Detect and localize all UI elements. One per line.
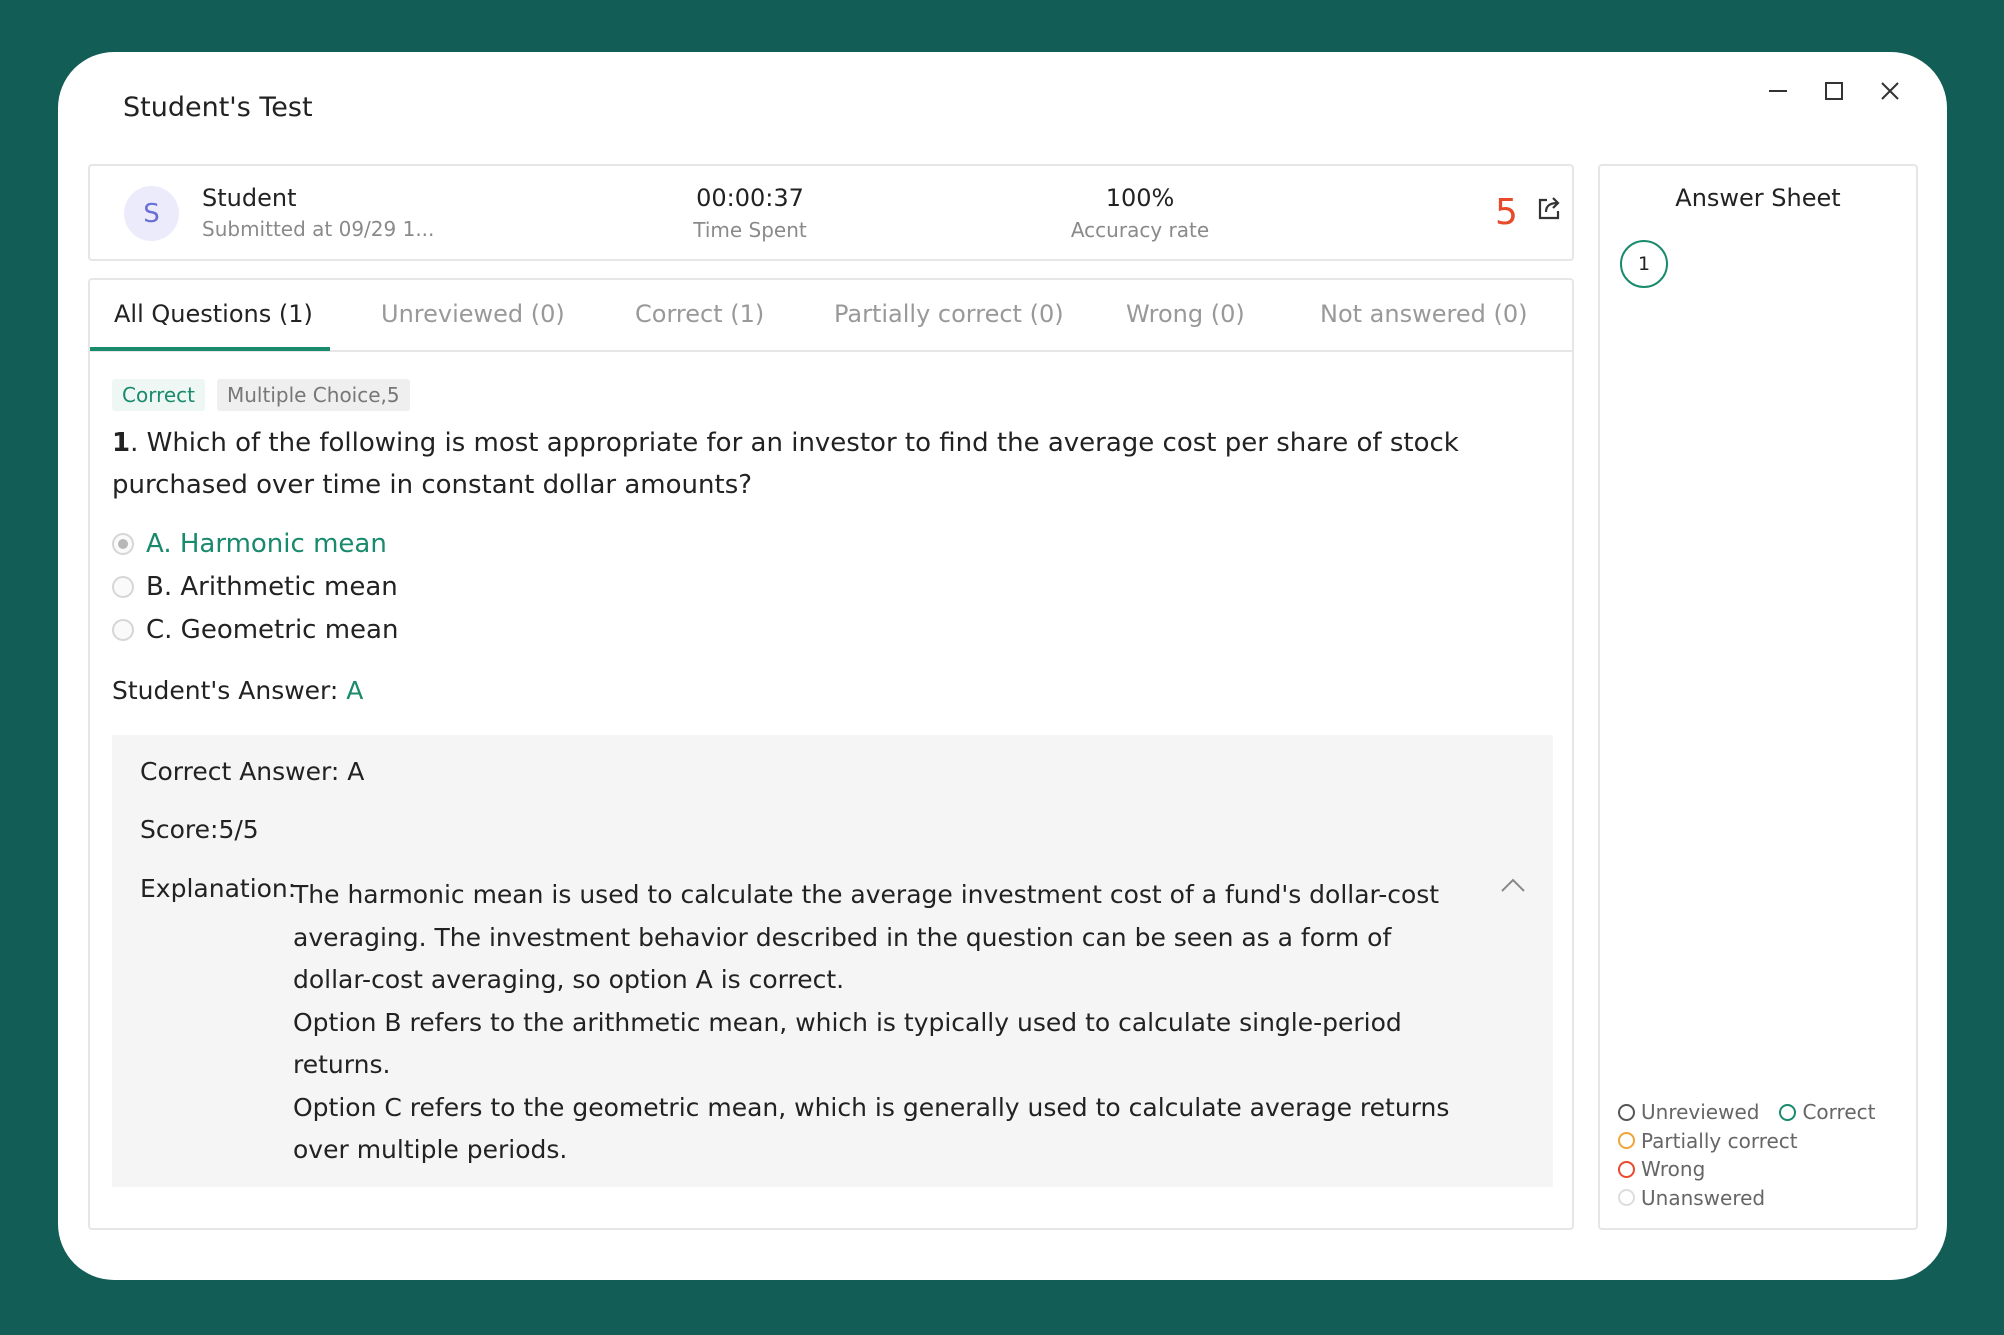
explanation-label: Explanation: [140, 874, 297, 903]
collapse-button[interactable] [1500, 877, 1526, 897]
close-button[interactable] [1871, 72, 1909, 110]
explanation-text: The harmonic mean is used to calculate t… [293, 874, 1473, 1172]
submitted-time: Submitted at 09/29 1... [202, 217, 435, 241]
tab-correct[interactable]: Correct (1) [635, 300, 764, 328]
legend-unreviewed: Unreviewed [1618, 1098, 1759, 1127]
option-c[interactable]: C. Geometric mean [112, 608, 398, 651]
minimize-icon [1769, 90, 1787, 92]
student-name: Student [202, 184, 297, 212]
time-spent-label: Time Spent [693, 218, 807, 242]
question-panel: All Questions (1) Unreviewed (0) Correct… [88, 278, 1574, 1230]
explanation-box: Correct Answer: A Score:5/5 Explanation:… [112, 735, 1553, 1187]
question-number: 1 [112, 428, 131, 458]
time-spent-value: 00:00:37 [696, 184, 804, 212]
ring-icon [1618, 1103, 1635, 1121]
explanation-paragraph: Option C refers to the geometric mean, w… [293, 1092, 1450, 1165]
explanation-paragraph: Option B refers to the arithmetic mean, … [293, 1007, 1402, 1080]
student-answer: Student's Answer: A [112, 676, 363, 705]
option-label: C. Geometric mean [146, 614, 399, 645]
question-text: 1. Which of the following is most approp… [112, 422, 1552, 506]
correct-answer: Correct Answer: A [140, 757, 365, 786]
avatar: S [124, 186, 179, 241]
option-label: B. Arithmetic mean [146, 571, 398, 602]
time-spent-stat: 00:00:37 Time Spent [660, 184, 840, 242]
accuracy-value: 100% [1105, 184, 1175, 212]
student-answer-label: Student's Answer: [112, 676, 347, 705]
summary-card: S Student Submitted at 09/29 1... 00:00:… [88, 164, 1574, 261]
tab-wrong[interactable]: Wrong (0) [1126, 300, 1245, 328]
answer-sheet: Answer Sheet 1 Unreviewed Correct Partia… [1598, 164, 1918, 1230]
tab-unreviewed[interactable]: Unreviewed (0) [381, 300, 565, 328]
legend-partially-correct: Partially correct [1618, 1127, 1798, 1156]
ring-icon [1618, 1189, 1635, 1207]
legend-unanswered: Unanswered [1618, 1184, 1765, 1213]
accuracy-stat: 100% Accuracy rate [1040, 184, 1240, 242]
radio-icon [112, 575, 134, 598]
explanation-paragraph: The harmonic mean is used to calculate t… [293, 880, 1440, 994]
ring-icon [1618, 1132, 1635, 1150]
ring-icon [1779, 1103, 1797, 1121]
filter-tabs: All Questions (1) Unreviewed (0) Correct… [90, 280, 1572, 352]
tab-not-answered[interactable]: Not answered (0) [1320, 300, 1527, 328]
minimize-button[interactable] [1759, 72, 1797, 110]
question-body: . Which of the following is most appropr… [112, 428, 1459, 500]
type-badge: Multiple Choice,5 [217, 379, 410, 411]
window-controls [1759, 72, 1909, 110]
legend-wrong: Wrong [1618, 1155, 1705, 1184]
status-legend: Unreviewed Correct Partially correct Wro… [1618, 1098, 1875, 1212]
share-button[interactable] [1536, 196, 1562, 226]
radio-icon [112, 618, 134, 641]
active-tab-indicator [90, 347, 330, 351]
window-title: Student's Test [123, 92, 313, 123]
options-list: A. Harmonic mean B. Arithmetic mean C. G… [112, 522, 398, 651]
share-icon [1538, 197, 1560, 220]
answer-sheet-title: Answer Sheet [1675, 184, 1841, 212]
tab-partially-correct[interactable]: Partially correct (0) [834, 300, 1064, 328]
question-badges: Correct Multiple Choice,5 [112, 379, 410, 411]
student-answer-value: A [346, 676, 364, 705]
close-icon [1881, 82, 1899, 100]
legend-correct: Correct [1779, 1098, 1875, 1127]
total-score: 5 [1495, 192, 1518, 233]
accuracy-label: Accuracy rate [1070, 218, 1210, 242]
question-bubble-1[interactable]: 1 [1620, 240, 1668, 288]
maximize-icon [1825, 82, 1843, 100]
chevron-up-icon [1501, 878, 1525, 892]
tab-all-questions[interactable]: All Questions (1) [114, 300, 313, 328]
maximize-button[interactable] [1815, 72, 1853, 110]
option-label: A. Harmonic mean [146, 528, 387, 559]
radio-selected-icon [112, 532, 134, 555]
status-badge: Correct [112, 379, 205, 411]
option-b[interactable]: B. Arithmetic mean [112, 565, 398, 608]
ring-icon [1618, 1160, 1635, 1178]
option-a[interactable]: A. Harmonic mean [112, 522, 398, 565]
test-window: Student's Test S Student Submitted at 09… [58, 52, 1947, 1280]
question-score: Score:5/5 [140, 815, 259, 844]
